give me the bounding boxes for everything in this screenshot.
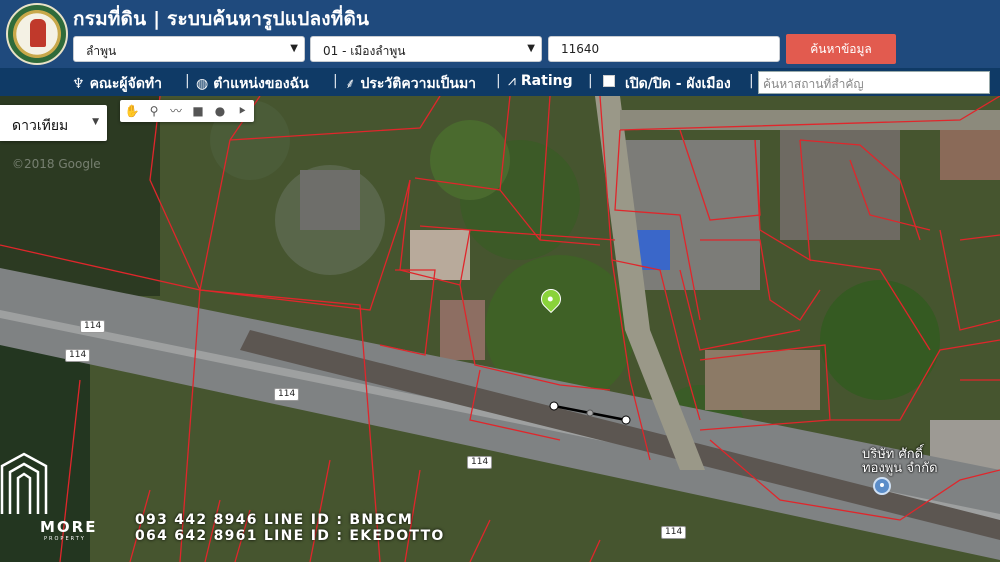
chevron-down-icon: ▼ — [527, 43, 535, 54]
marker-tool-icon[interactable]: ⚲ — [146, 103, 162, 119]
menu-item-team[interactable]: ♆ คณะผู้จัดทำ — [72, 73, 162, 95]
group-icon: ♆ — [72, 76, 85, 92]
postcode-value: 11640 — [561, 42, 600, 56]
map-type-select[interactable]: ดาวเทียม ▼ — [0, 105, 107, 141]
road-number-label: 114 — [274, 388, 300, 401]
menu-separator: | — [749, 73, 754, 89]
place-search-input[interactable]: ค้นหาสถานที่สำคัญ — [758, 71, 990, 94]
road-number-label: 114 — [65, 349, 91, 362]
menu-bar: ♆ คณะผู้จัดทำ | ◍ ตำแหน่งของฉัน | ⸙ ประวัติ… — [0, 68, 1000, 96]
rectangle-icon[interactable]: ■ — [190, 103, 206, 119]
polygon-icon[interactable]: ⯈ — [234, 103, 250, 119]
menu-separator: | — [333, 73, 338, 89]
district-select[interactable]: 01 - เมืองลำพูน ▼ — [310, 36, 542, 62]
province-select[interactable]: ลำพูน ▼ — [73, 36, 305, 62]
poi-pin-icon[interactable] — [873, 477, 891, 495]
menu-separator: | — [588, 73, 593, 89]
postcode-input[interactable]: 11640 — [548, 36, 780, 62]
menu-item-label: ตำแหน่งของฉัน — [213, 76, 309, 92]
menu-item-label: คณะผู้จัดทำ — [89, 76, 163, 92]
contact-line-2: 064 642 8961 LINE ID : EKEDOTTO — [135, 528, 445, 544]
road-number-label: 114 — [467, 456, 493, 469]
map-view[interactable]: ©2018 Google 114 114 114 114 114 บริษัท … — [0, 96, 1000, 562]
menu-item-rating[interactable]: ⩘ Rating — [508, 73, 573, 89]
department-logo-icon — [6, 3, 68, 65]
road-number-label: 114 — [80, 320, 106, 333]
page-title: กรมที่ดิน | ระบบค้นหารูปแปลงที่ดิน — [73, 8, 370, 30]
history-icon: ⸙ — [345, 76, 356, 92]
menu-item-history[interactable]: ⸙ ประวัติความเป็นมา — [345, 73, 476, 95]
road-number-label: 114 — [661, 526, 687, 539]
poi-label: บริษัท ศักดิ์ ทองพูน จำกัด — [862, 448, 938, 476]
map-type-value: ดาวเทียม — [12, 118, 69, 134]
menu-item-label: ประวัติความเป็นมา — [360, 76, 477, 92]
contact-line-1: 093 442 8946 LINE ID : BNBCM — [135, 512, 414, 528]
watermark-sub: PROPERTY — [44, 536, 86, 542]
poi-label-line: บริษัท ศักดิ์ — [862, 447, 924, 462]
poi-label-line: ทองพูน จำกัด — [862, 461, 938, 476]
more-property-logo-icon — [0, 452, 48, 514]
header-bar: กรมที่ดิน | ระบบค้นหารูปแปลงที่ดิน ลำพูน… — [0, 0, 1000, 68]
map-copyright: ©2018 Google — [12, 157, 101, 171]
satellite-imagery — [0, 96, 1000, 562]
watermark-brand: MORE — [40, 518, 98, 536]
drawing-toolbar: ✋ ⚲ 〰 ■ ● ⯈ — [120, 100, 254, 122]
chart-icon: ⩘ — [508, 73, 516, 89]
hand-icon[interactable]: ✋ — [124, 103, 140, 119]
menu-item-label: Rating — [520, 73, 573, 89]
search-button[interactable]: ค้นหาข้อมูล — [786, 34, 896, 64]
menu-separator: | — [496, 73, 501, 89]
polyline-icon[interactable]: 〰 — [168, 103, 184, 119]
menu-item-my-location[interactable]: ◍ ตำแหน่งของฉัน — [196, 73, 309, 95]
district-value: 01 - เมืองลำพูน — [323, 44, 406, 58]
checkbox-icon[interactable] — [603, 75, 615, 87]
province-value: ลำพูน — [86, 44, 117, 58]
menu-item-label: เปิด/ปิด - ผังเมือง — [625, 76, 731, 92]
globe-icon: ◍ — [196, 76, 209, 92]
chevron-down-icon: ▼ — [290, 43, 298, 54]
menu-item-city-plan-toggle[interactable]: เปิด/ปิด - ผังเมือง — [603, 73, 731, 95]
menu-separator: | — [185, 73, 190, 89]
circle-icon[interactable]: ● — [212, 103, 228, 119]
chevron-down-icon: ▼ — [92, 117, 99, 127]
